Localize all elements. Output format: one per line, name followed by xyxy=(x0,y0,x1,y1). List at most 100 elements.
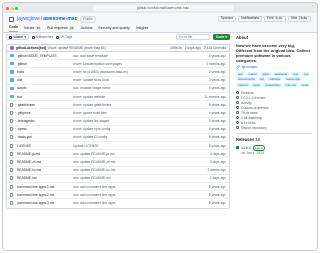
table-row[interactable]: .github/ISSUE_TEMPLATE doc: add issue tem… xyxy=(7,52,229,61)
close-window-icon[interactable] xyxy=(6,6,9,10)
table-row[interactable]: build chore: fix (#1883) (awesome-mac-en)… xyxy=(7,68,229,77)
topic-tag[interactable]: macos-app xyxy=(283,77,303,82)
tab-security[interactable]: Security and quality xyxy=(98,25,129,32)
table-row[interactable]: .github chore: Update/xylflow-core/pages 3… xyxy=(7,60,229,69)
file-commit-message[interactable]: doc: update README-ja.md xyxy=(73,152,196,156)
table-row[interactable]: LICENSE Update LICENSE 8 years ago xyxy=(7,142,229,151)
file-commit-message[interactable]: doc: add command line apps xyxy=(73,201,196,205)
table-row[interactable]: .gitignore chore: ignore build files 4 yea… xyxy=(7,109,229,118)
file-commit-message[interactable]: chore: ignore build files xyxy=(73,111,196,115)
branches-link[interactable]: 8 Branches xyxy=(32,35,53,39)
file-commit-message[interactable]: doc: update README.md xyxy=(73,176,196,180)
file-name-link[interactable]: .gitignore xyxy=(17,111,73,115)
topic-tag[interactable]: productivity xyxy=(263,82,282,88)
tab-actions[interactable]: Actions xyxy=(81,25,93,32)
file-name-link[interactable]: README-ja.md xyxy=(17,152,73,156)
table-row[interactable]: scripts doc: rename image name 4 years ago xyxy=(7,85,229,93)
commit-hash[interactable]: c1f9e2b xyxy=(170,46,182,50)
table-row[interactable]: README-ja.md doc: update README-ja.md 4 da… xyxy=(7,150,229,159)
tab-issues[interactable]: Issues 35 xyxy=(24,25,42,32)
fork-button[interactable]: Fork 6.1k xyxy=(264,16,286,22)
address-bar[interactable]: github.com/uitcrawl/awesome-mac xyxy=(93,5,233,11)
file-name-link[interactable]: .npmrc xyxy=(17,127,73,131)
topic-tag[interactable]: software xyxy=(267,77,283,82)
file-commit-message[interactable]: chore: update lint-staged xyxy=(73,119,196,123)
file-commit-message[interactable]: chore: update npm config xyxy=(73,127,196,131)
topic-tag[interactable]: mac xyxy=(290,71,301,76)
notifications-button[interactable]: Notifications xyxy=(238,16,263,22)
table-row[interactable]: .gitattributes chore: update gitattribute… xyxy=(7,101,229,110)
table-row[interactable]: README-ko.md doc: update README-ko.md 2 we… xyxy=(7,167,229,175)
file-name-link[interactable]: .gitattributes xyxy=(17,103,73,107)
table-row[interactable]: dist chore: update docs hook 3 years ago xyxy=(7,77,229,85)
table-row[interactable]: tool chore: update website 11 months ago xyxy=(7,93,229,102)
file-commit-message[interactable]: chore: fix (#1883) (awesome-mac-en) xyxy=(73,70,196,74)
table-row[interactable]: .lintstagedrc chore: update lint-staged 2 … xyxy=(7,118,229,126)
topic-tag[interactable]: tools xyxy=(299,82,310,88)
topic-tag[interactable]: osx xyxy=(301,71,311,76)
file-commit-message[interactable]: chore: update CI config xyxy=(73,135,196,139)
file-name-link[interactable]: LICENSE xyxy=(17,144,73,148)
homepage-link[interactable]: 🔗 git.io/macx xyxy=(236,65,312,69)
avatar[interactable] xyxy=(10,46,14,50)
file-name-link[interactable]: README-ko.md xyxy=(17,168,73,172)
tab-pull-requests[interactable]: Pull requests 29 xyxy=(47,25,75,32)
file-name-link[interactable]: .github xyxy=(17,62,73,66)
file-name-link[interactable]: command-line-apps-1.md xyxy=(17,185,73,189)
file-name-link[interactable]: .lintstagedrc xyxy=(17,119,73,123)
commit-author[interactable]: github-actions[bot] xyxy=(16,46,46,50)
topic-tag[interactable]: apps xyxy=(251,82,262,88)
file-commit-message[interactable]: chore: Update/xylflow-core/pages xyxy=(73,62,196,66)
file-name-link[interactable]: command-line-apps-3.md xyxy=(17,201,73,205)
minimize-window-icon[interactable] xyxy=(10,6,14,10)
file-commit-message[interactable]: doc: add issue template xyxy=(73,54,196,58)
file-commit-message[interactable]: chore: update website xyxy=(73,95,196,99)
repo-meta-item[interactable]: Report repository xyxy=(236,125,312,130)
file-name-link[interactable]: .travis.yml xyxy=(17,135,73,139)
topic-tag[interactable]: awesome-list xyxy=(236,77,257,82)
commit-count-link[interactable]: 2,414 Commits xyxy=(204,46,226,50)
tab-insights[interactable]: Insights xyxy=(136,25,148,32)
commit-message[interactable]: chore: update README (more than #1) xyxy=(48,46,106,50)
file-name-link[interactable]: scripts xyxy=(17,86,73,90)
topic-tag[interactable]: macos xyxy=(246,71,259,76)
star-button[interactable]: Star 75.4k xyxy=(287,16,311,22)
go-to-file-input[interactable]: Go to file xyxy=(175,34,210,40)
table-row[interactable]: command-line-apps-2.md doc: add command l… xyxy=(7,191,229,200)
branch-selector[interactable]: master ▾ xyxy=(6,34,30,40)
repo-name-link[interactable]: awesome-mac xyxy=(43,16,77,22)
table-row[interactable]: README-zh.md doc: update README-zh.md 3 da… xyxy=(7,158,229,167)
file-name-link[interactable]: README.md xyxy=(17,176,73,180)
file-commit-message[interactable]: chore: update gitattributes xyxy=(73,103,196,107)
table-row[interactable]: command-line-apps-3.md doc: add command l… xyxy=(7,199,229,207)
file-commit-message[interactable]: chore: update docs hook xyxy=(73,78,196,82)
tab-code[interactable]: Code xyxy=(9,25,18,32)
releases-heading[interactable]: Releases 19 xyxy=(236,137,312,142)
table-row[interactable]: .travis.yml chore: update CI config 6 year… xyxy=(7,134,229,143)
file-name-link[interactable]: tool xyxy=(17,95,73,99)
file-commit-message[interactable]: doc: update README-zh.md xyxy=(73,160,196,164)
topic-tag[interactable]: app xyxy=(236,71,245,76)
file-name-link[interactable]: README-zh.md xyxy=(17,160,73,164)
table-row[interactable]: README.md doc: update README.md 2 days ago xyxy=(7,175,229,183)
code-button[interactable]: Code ▾ xyxy=(212,34,230,40)
maximize-window-icon[interactable] xyxy=(15,6,18,10)
file-commit-message[interactable]: doc: rename image name xyxy=(73,86,196,90)
file-commit-message[interactable]: doc: add command line apps xyxy=(73,193,196,197)
file-name-link[interactable]: dist xyxy=(17,78,73,82)
repo-owner-link[interactable]: jaywcjlove xyxy=(17,16,40,22)
topic-tag[interactable]: list xyxy=(258,77,266,82)
topic-tag[interactable]: awesome xyxy=(272,71,290,76)
tags-link[interactable]: 19 Tags xyxy=(56,35,72,39)
file-commit-message[interactable]: doc: add command line apps xyxy=(73,185,196,189)
topic-tag[interactable]: macosx xyxy=(236,82,250,88)
file-name-link[interactable]: .github/ISSUE_TEMPLATE xyxy=(17,54,73,58)
sponsor-button[interactable]: Sponsor xyxy=(217,16,237,22)
file-name-link[interactable]: command-line-apps-2.md xyxy=(17,193,73,197)
table-row[interactable]: command-line-apps-1.md doc: add command l… xyxy=(7,183,229,192)
table-row[interactable]: .npmrc chore: update npm config 4 years ag… xyxy=(7,126,229,134)
file-commit-message[interactable]: Update LICENSE xyxy=(73,144,196,148)
file-commit-message[interactable]: doc: update README-ko.md xyxy=(73,168,196,172)
topic-tag[interactable]: apple xyxy=(260,71,272,76)
topic-tag[interactable]: mac-osx xyxy=(283,82,299,88)
